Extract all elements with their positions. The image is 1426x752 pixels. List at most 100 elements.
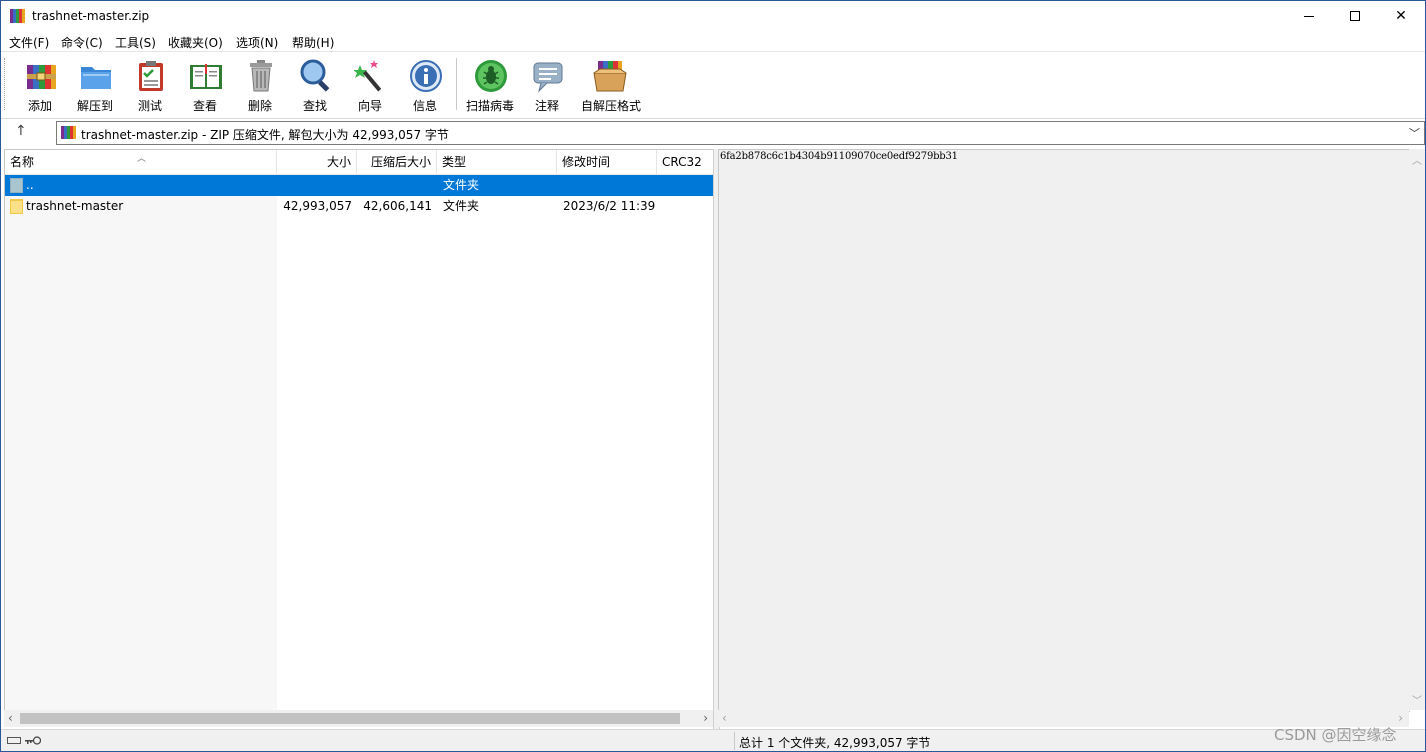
- column-header-packed[interactable]: 压缩后大小: [357, 150, 437, 174]
- toolbar-separator: [456, 58, 457, 110]
- drive-icon: [7, 737, 21, 744]
- column-packed-label: 压缩后大小: [370, 155, 431, 169]
- scan-virus-label: 扫描病毒: [465, 99, 514, 113]
- file-list-horizontal-scrollbar[interactable]: ‹ ›: [4, 710, 714, 727]
- column-type-label: 类型: [442, 155, 467, 169]
- column-header-crc[interactable]: CRC32: [657, 150, 713, 174]
- app-window: trashnet-master.zip ✕ 文件(F) 命令(C) 工具(S) …: [0, 0, 1426, 752]
- address-text: trashnet-master.zip - ZIP 压缩文件, 解包大小为 42…: [81, 128, 449, 142]
- row-type: 文件夹: [443, 199, 480, 213]
- column-name-label: 名称: [10, 155, 35, 169]
- row-name: trashnet-master: [26, 199, 124, 213]
- view-label: 查看: [192, 99, 217, 113]
- extract-to-button[interactable]: 解压到: [67, 56, 123, 114]
- scroll-left-icon[interactable]: ‹: [8, 711, 13, 725]
- row-size: [277, 175, 357, 196]
- column-header-type[interactable]: 类型: [437, 150, 557, 174]
- status-bar: 总计 1 个文件夹, 42,993,057 字节: [1, 729, 1425, 751]
- maximize-icon: [1350, 11, 1360, 21]
- comment-button[interactable]: 注释: [519, 56, 575, 114]
- column-size-label: 大小: [326, 155, 351, 169]
- column-crc-label: CRC32: [662, 155, 702, 169]
- close-icon: ✕: [1395, 8, 1407, 24]
- menu-favorites[interactable]: 收藏夹(O): [168, 34, 223, 51]
- key-icon: [25, 736, 41, 745]
- name-column-shade: [5, 174, 277, 712]
- info-label: 信息: [412, 99, 437, 113]
- test-button[interactable]: 测试: [122, 56, 178, 114]
- close-button[interactable]: ✕: [1378, 1, 1424, 31]
- row-type: 文件夹: [443, 178, 480, 192]
- find-magnifier-icon: [300, 59, 330, 92]
- column-header-modified[interactable]: 修改时间: [557, 150, 657, 174]
- scroll-up-icon[interactable]: ︿: [1412, 152, 1422, 167]
- comment-label: 注释: [534, 99, 559, 113]
- scroll-right-icon[interactable]: ›: [703, 711, 708, 725]
- info-icon: [410, 60, 442, 92]
- menu-help[interactable]: 帮助(H): [292, 34, 334, 51]
- wizard-wand-icon: [354, 60, 382, 92]
- find-button[interactable]: 查找: [287, 56, 343, 114]
- add-label: 添加: [27, 99, 52, 113]
- view-book-icon: [190, 64, 222, 89]
- up-arrow-icon[interactable]: ↑: [15, 123, 27, 139]
- menu-commands[interactable]: 命令(C): [61, 34, 103, 51]
- comment-bubble-icon: [533, 62, 563, 93]
- row-crc: [663, 196, 713, 217]
- chevron-down-icon[interactable]: ﹀: [1409, 125, 1420, 141]
- minimize-button[interactable]: [1286, 1, 1332, 31]
- scan-virus-icon: [475, 60, 507, 92]
- comment-pane[interactable]: 6fa2b878c6c1b4304b91109070ce0edf9279bb31: [718, 149, 1410, 712]
- toolbar-grip[interactable]: [4, 58, 8, 110]
- scroll-left-icon[interactable]: ‹: [722, 711, 727, 725]
- menu-file[interactable]: 文件(F): [9, 34, 49, 51]
- watermark: CSDN @因空缘念: [1274, 726, 1397, 744]
- wizard-label: 向导: [357, 99, 382, 113]
- scroll-down-icon[interactable]: ﹀: [1412, 692, 1422, 707]
- column-modified-label: 修改时间: [562, 155, 611, 169]
- scroll-thumb[interactable]: [20, 713, 680, 724]
- toolbar: 添加 解压到 测试 查看 删除 查找 向导 信息 扫描病毒 注释 自解压格式: [1, 51, 1425, 118]
- add-button[interactable]: 添加: [12, 56, 68, 114]
- delete-trash-icon: [250, 60, 272, 92]
- archive-comment: 6fa2b878c6c1b4304b91109070ce0edf9279bb31: [720, 151, 958, 162]
- extract-folder-icon: [81, 67, 111, 89]
- column-header-name[interactable]: 名称 ︿: [5, 150, 277, 174]
- comment-vertical-scrollbar[interactable]: ︿ ﹀: [1409, 149, 1425, 710]
- wizard-button[interactable]: 向导: [342, 56, 398, 114]
- menu-options[interactable]: 选项(N): [236, 34, 278, 51]
- row-packed: 42,606,141: [363, 199, 432, 213]
- add-archive-icon: [27, 65, 56, 89]
- row-packed: [357, 175, 437, 196]
- delete-label: 删除: [247, 99, 272, 113]
- zip-file-icon: [61, 126, 77, 139]
- sfx-label: 自解压格式: [581, 99, 642, 113]
- row-crc: [663, 175, 713, 196]
- extract-to-label: 解压到: [76, 99, 113, 113]
- sfx-box-icon: [593, 61, 627, 92]
- row-size: 42,993,057: [283, 199, 352, 213]
- row-modified: [563, 175, 657, 196]
- folder-icon: [10, 199, 23, 214]
- address-field[interactable]: trashnet-master.zip - ZIP 压缩文件, 解包大小为 42…: [56, 121, 1425, 145]
- maximize-button[interactable]: [1332, 1, 1378, 31]
- info-button[interactable]: 信息: [397, 56, 453, 114]
- table-row-parent[interactable]: .. 文件夹: [5, 175, 713, 196]
- status-divider: [734, 732, 735, 750]
- column-header-size[interactable]: 大小: [277, 150, 357, 174]
- sfx-button[interactable]: 自解压格式: [581, 56, 642, 114]
- list-header: 名称 ︿ 大小 压缩后大小 类型 修改时间 CRC32: [5, 150, 713, 175]
- view-button[interactable]: 查看: [177, 56, 233, 114]
- scroll-right-icon[interactable]: ›: [1398, 711, 1403, 725]
- status-summary: 总计 1 个文件夹, 42,993,057 字节: [739, 736, 931, 750]
- row-modified: 2023/6/2 11:39: [563, 199, 656, 213]
- title-bar[interactable]: trashnet-master.zip ✕: [1, 1, 1425, 31]
- menu-tools[interactable]: 工具(S): [115, 34, 156, 51]
- delete-button[interactable]: 删除: [232, 56, 288, 114]
- winrar-app-icon: [10, 9, 26, 23]
- table-row[interactable]: trashnet-master 42,993,057 42,606,141 文件…: [5, 196, 713, 217]
- address-bar: ↑ trashnet-master.zip - ZIP 压缩文件, 解包大小为 …: [1, 118, 1425, 147]
- row-name: ..: [26, 178, 34, 192]
- parent-folder-icon: [10, 178, 23, 193]
- scan-virus-button[interactable]: 扫描病毒: [462, 56, 518, 114]
